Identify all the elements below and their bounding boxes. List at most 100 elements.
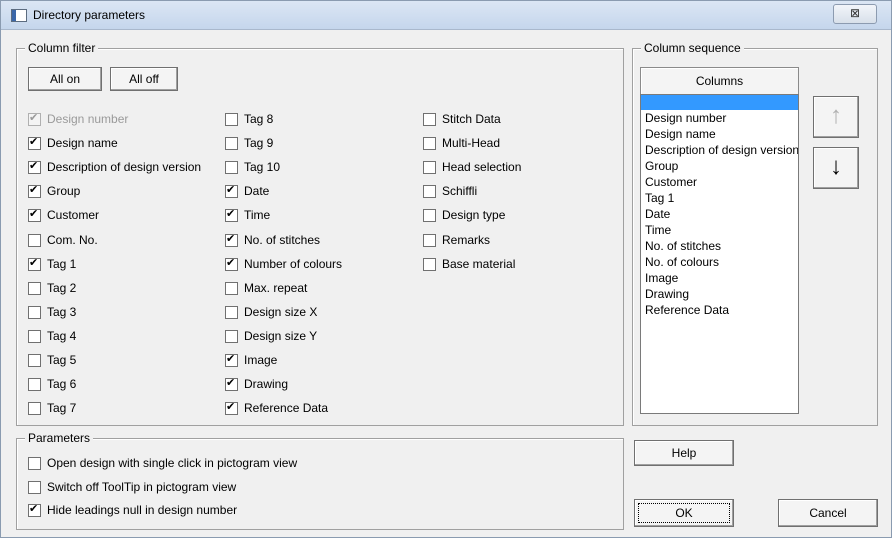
checkbox-open-design-with-single-click-in-pictogram-view[interactable]: Open design with single click in pictogr… [28,455,297,471]
checkbox-box[interactable] [28,401,41,415]
checkbox-box[interactable] [28,305,41,319]
columns-listbox[interactable]: Design number Design name Description of d… [640,94,799,414]
checkbox-box[interactable] [28,256,41,271]
checkbox-group[interactable]: Group [28,183,80,199]
checkbox-box[interactable] [423,160,436,174]
checkbox-reference-data[interactable]: Reference Data [225,400,328,416]
checkbox-com-no[interactable]: Com. No. [28,232,98,248]
list-item[interactable]: Time [641,222,798,238]
list-item[interactable]: Description of design version [641,142,798,158]
list-item[interactable]: Design name [641,126,798,142]
parameters-label: Parameters [25,431,94,445]
checkbox-box[interactable] [225,256,238,271]
cancel-button[interactable]: Cancel [778,499,878,527]
checkbox-box[interactable] [225,352,238,367]
checkbox-box[interactable] [225,305,238,319]
checkbox-design-size-x[interactable]: Design size X [225,304,317,320]
checkbox-multi-head[interactable]: Multi-Head [423,135,500,151]
list-item[interactable]: No. of colours [641,254,798,270]
checkbox-hide-leadings-null-in-design-number[interactable]: Hide leadings null in design number [28,502,237,518]
checkbox-box[interactable] [423,136,436,150]
checkbox-box[interactable] [225,232,238,247]
checkbox-box[interactable] [28,456,41,470]
checkbox-switch-off-tooltip-in-pictogram-view[interactable]: Switch off ToolTip in pictogram view [28,479,236,495]
checkbox-tag-5[interactable]: Tag 5 [28,352,76,368]
checkbox-tag-10[interactable]: Tag 10 [225,159,280,175]
checkbox-box[interactable] [423,257,436,271]
checkbox-box[interactable] [225,376,238,391]
checkbox-box[interactable] [225,281,238,295]
list-item[interactable]: Group [641,158,798,174]
checkbox-tag-2[interactable]: Tag 2 [28,280,76,296]
checkbox-description-of-design-version[interactable]: Description of design version [28,159,201,175]
checkbox-customer[interactable]: Customer [28,207,99,223]
checkbox-time[interactable]: Time [225,207,270,223]
checkbox-stitch-data[interactable]: Stitch Data [423,111,501,127]
checkbox-box[interactable] [423,233,436,247]
checkbox-label: Schiffli [442,184,478,198]
checkbox-base-material[interactable]: Base material [423,256,515,272]
checkbox-label: Design number [47,112,129,126]
checkbox-box[interactable] [225,329,238,343]
checkbox-box[interactable] [225,183,238,198]
checkbox-box[interactable] [225,136,238,150]
checkbox-design-size-y[interactable]: Design size Y [225,328,317,344]
checkbox-number-of-colours[interactable]: Number of colours [225,256,342,272]
checkbox-tag-3[interactable]: Tag 3 [28,304,76,320]
close-button[interactable]: ⊠ [833,4,877,24]
checkbox-design-number: Design number [28,111,128,127]
list-item[interactable]: Date [641,206,798,222]
list-item[interactable]: Drawing [641,286,798,302]
checkbox-tag-1[interactable]: Tag 1 [28,256,76,272]
checkbox-box[interactable] [28,353,41,367]
checkbox-box[interactable] [423,208,436,222]
list-item[interactable]: Tag 1 [641,190,798,206]
checkbox-box[interactable] [28,135,41,150]
checkbox-date[interactable]: Date [225,183,269,199]
checkbox-box[interactable] [28,207,41,222]
checkbox-box[interactable] [28,480,41,494]
checkbox-box[interactable] [423,184,436,198]
checkbox-schiffli[interactable]: Schiffli [423,183,477,199]
checkbox-box[interactable] [28,502,41,517]
selected-empty-row[interactable] [641,95,798,110]
checkbox-no-of-stitches[interactable]: No. of stitches [225,232,320,248]
list-item[interactable]: Reference Data [641,302,798,318]
checkbox-box[interactable] [28,377,41,391]
all-on-button[interactable]: All on [28,67,102,91]
checkbox-box[interactable] [225,112,238,126]
checkbox-box[interactable] [28,281,41,295]
checkbox-label: Design size Y [244,329,318,343]
checkbox-tag-4[interactable]: Tag 4 [28,328,76,344]
checkbox-remarks[interactable]: Remarks [423,232,490,248]
help-button[interactable]: Help [634,440,734,466]
checkbox-head-selection[interactable]: Head selection [423,159,521,175]
columns-list-header[interactable]: Columns [640,67,799,95]
checkbox-image[interactable]: Image [225,352,277,368]
list-item[interactable]: Design number [641,110,798,126]
checkbox-box[interactable] [28,159,41,174]
list-item[interactable]: Customer [641,174,798,190]
checkbox-max-repeat[interactable]: Max. repeat [225,280,307,296]
checkbox-box[interactable] [28,183,41,198]
checkbox-design-name[interactable]: Design name [28,135,118,151]
checkbox-box[interactable] [28,329,41,343]
all-off-button[interactable]: All off [110,67,178,91]
checkbox-tag-8[interactable]: Tag 8 [225,111,273,127]
checkbox-drawing[interactable]: Drawing [225,376,288,392]
checkbox-tag-7[interactable]: Tag 7 [28,400,76,416]
list-item[interactable]: Image [641,270,798,286]
checkbox-box[interactable] [423,112,436,126]
ok-button[interactable]: OK [634,499,734,527]
checkbox-tag-9[interactable]: Tag 9 [225,135,273,151]
move-up-button[interactable]: ↑ [813,96,859,138]
list-item[interactable]: No. of stitches [641,238,798,254]
checkbox-tag-6[interactable]: Tag 6 [28,376,76,392]
checkbox-label: Base material [442,257,516,271]
move-down-button[interactable]: ↓ [813,147,859,189]
checkbox-box[interactable] [225,207,238,222]
checkbox-design-type[interactable]: Design type [423,207,505,223]
checkbox-box[interactable] [28,233,41,247]
checkbox-box[interactable] [225,400,238,415]
checkbox-box[interactable] [225,160,238,174]
